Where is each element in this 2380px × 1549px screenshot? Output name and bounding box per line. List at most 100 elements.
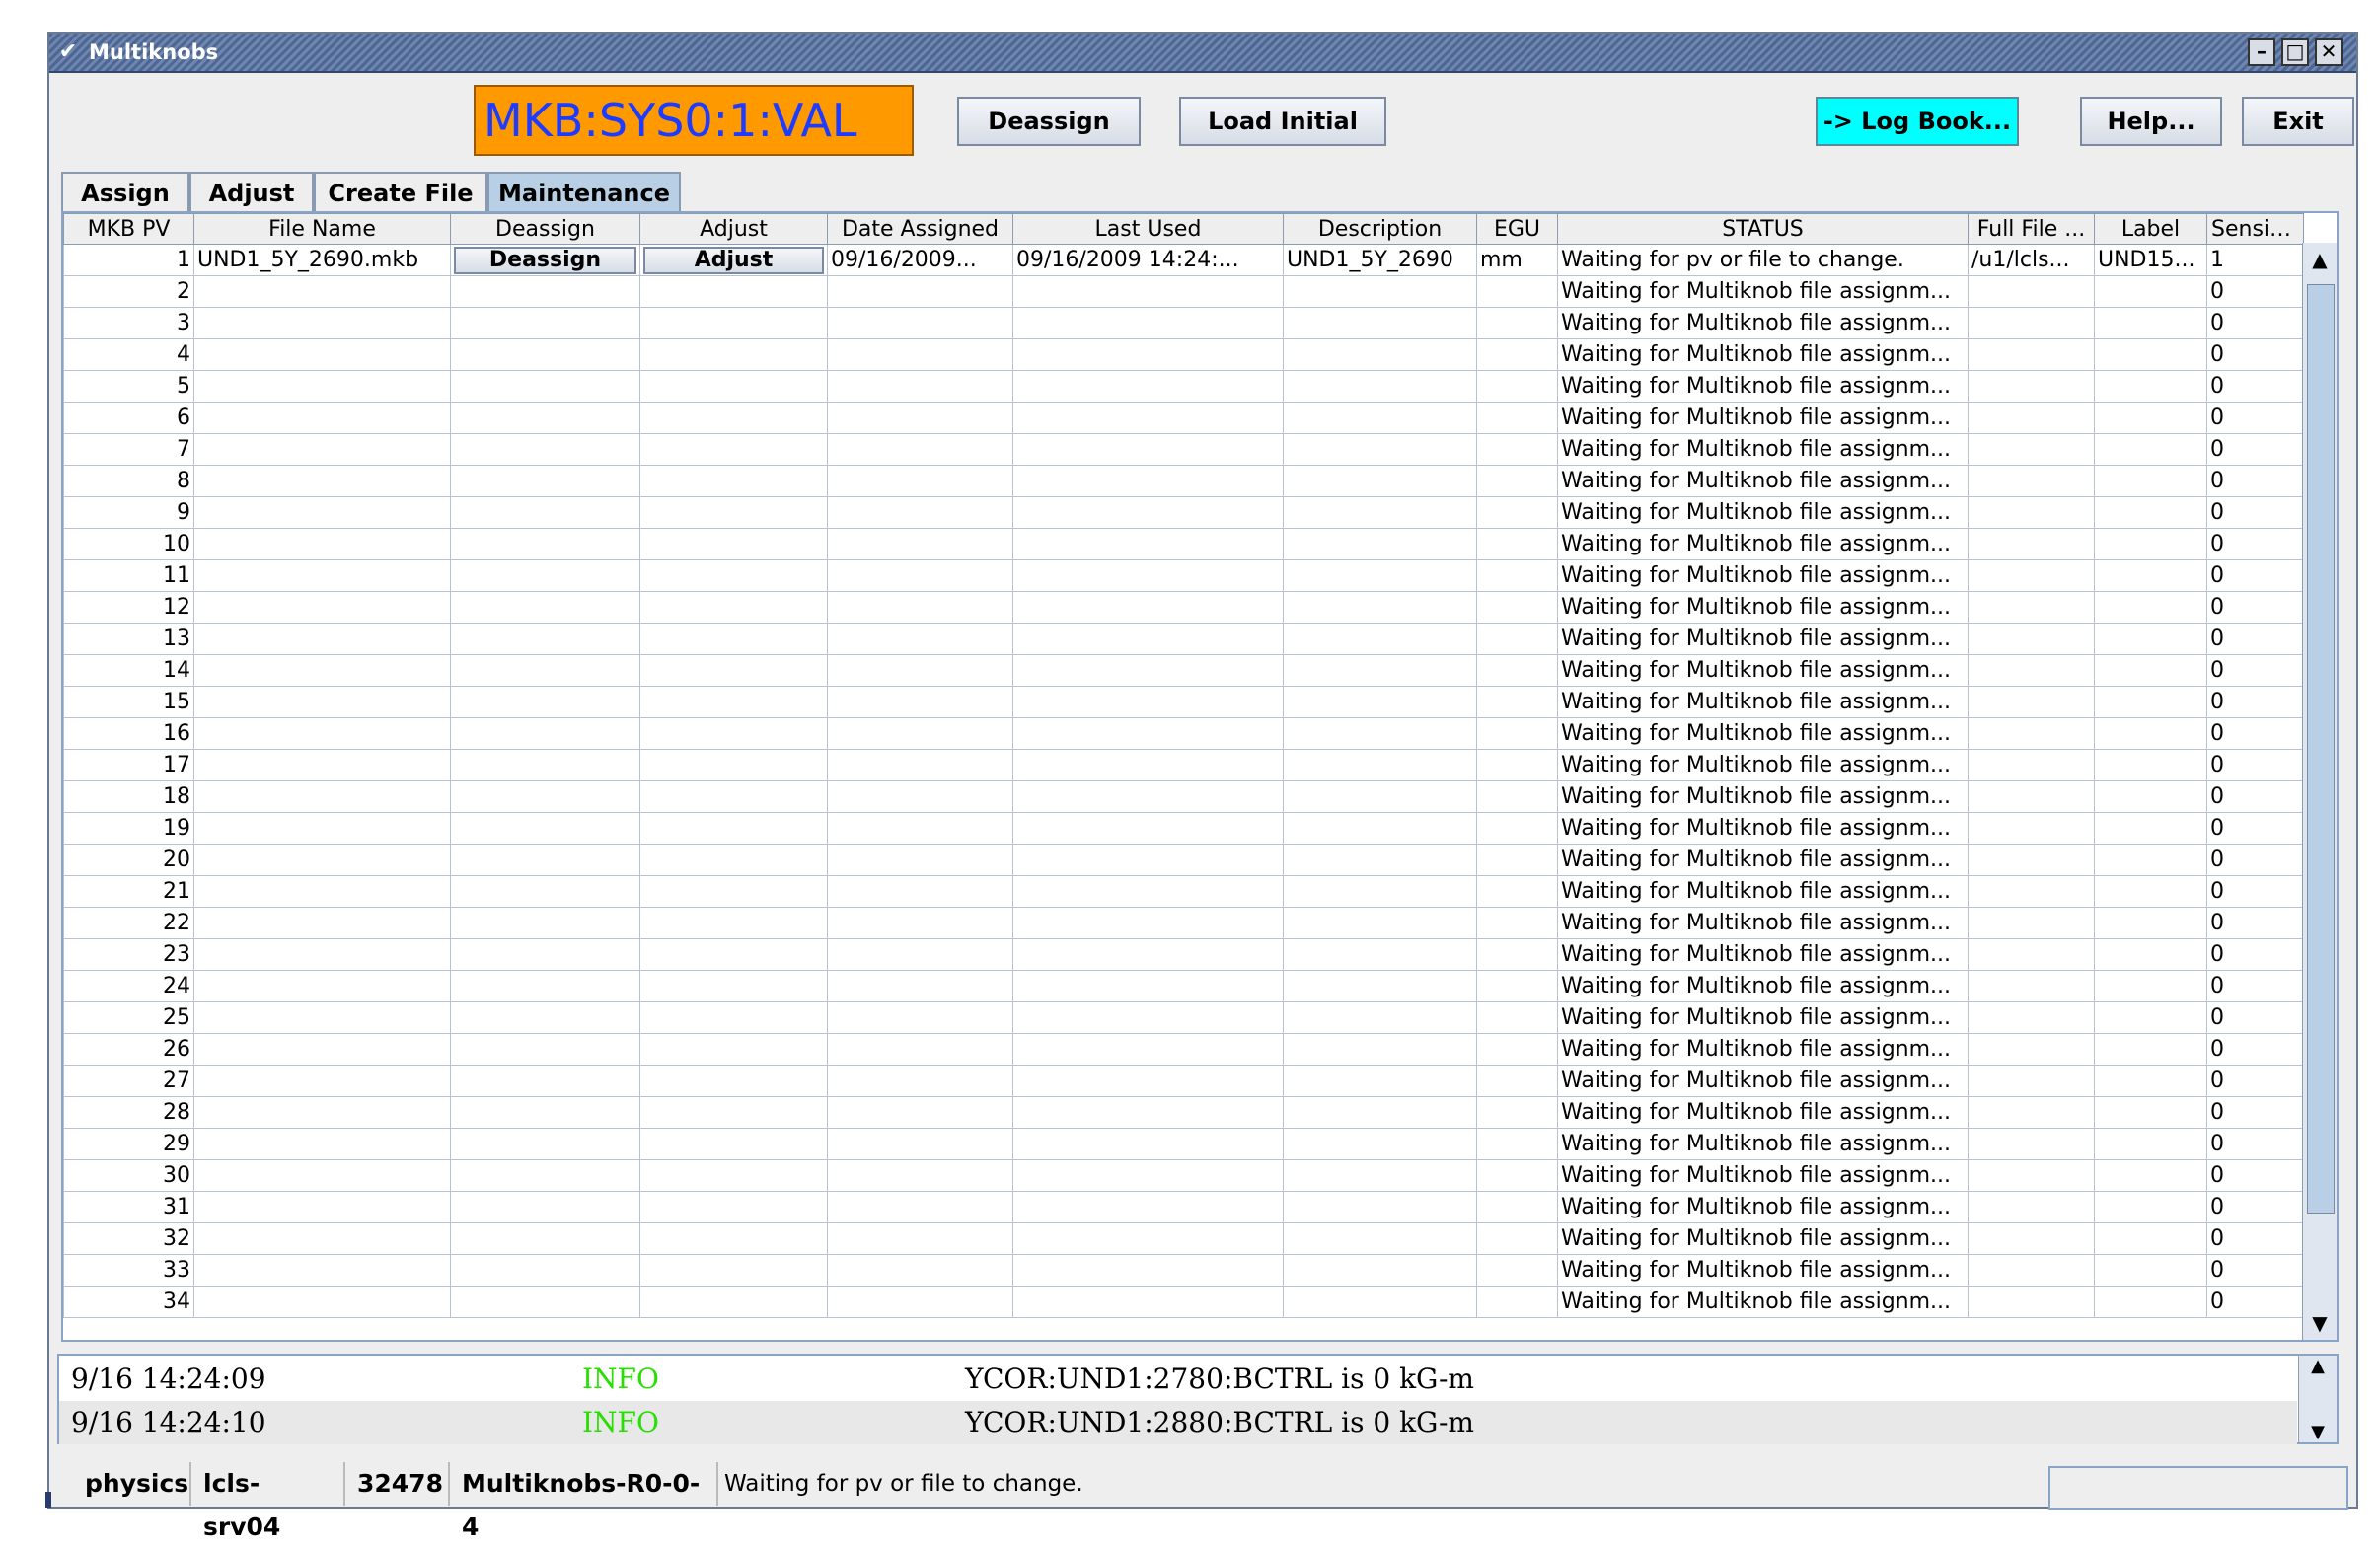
load-initial-button[interactable]: Load Initial xyxy=(1179,97,1386,146)
table-row[interactable]: 18 Waiting for Multiknob file assignm... 0 xyxy=(63,780,2304,813)
tab-assign[interactable]: Assign xyxy=(61,172,189,211)
scroll-up-icon[interactable]: ▲ xyxy=(2303,243,2337,276)
cell-date-assigned xyxy=(827,591,1013,624)
column-header-description[interactable]: Description xyxy=(1283,213,1477,245)
cell-sensitivity: 0 xyxy=(2206,528,2304,560)
table-row[interactable]: 34 Waiting for Multiknob file assignm... 0 xyxy=(63,1286,2304,1318)
log-scroll-down-icon[interactable]: ▼ xyxy=(2299,1422,2337,1442)
cell-last-used xyxy=(1012,780,1284,813)
exit-button[interactable]: Exit xyxy=(2242,97,2354,146)
table-row[interactable]: 5 Waiting for Multiknob file assignm... 0 xyxy=(63,370,2304,403)
cell-file-name xyxy=(193,1286,451,1318)
cell-status: Waiting for Multiknob file assignm... xyxy=(1557,1033,1969,1066)
table-row[interactable]: 12 Waiting for Multiknob file assignm... 0 xyxy=(63,591,2304,624)
scroll-down-icon[interactable]: ▼ xyxy=(2303,1306,2337,1340)
table-scrollbar[interactable]: ▲ ▼ xyxy=(2302,243,2337,1340)
table-row[interactable]: 2 Waiting for Multiknob file assignm... 0 xyxy=(63,275,2304,308)
status-host: lcls-srv04 xyxy=(191,1462,345,1541)
table-row[interactable]: 17 Waiting for Multiknob file assignm... 0 xyxy=(63,749,2304,781)
cell-status: Waiting for Multiknob file assignm... xyxy=(1557,1065,1969,1097)
cell-full-file xyxy=(1968,307,2095,339)
cell-file-name xyxy=(193,844,451,876)
cell-file-name xyxy=(193,1128,451,1160)
table-row[interactable]: 3 Waiting for Multiknob file assignm... 0 xyxy=(63,307,2304,339)
table-row[interactable]: 9 Waiting for Multiknob file assignm... 0 xyxy=(63,496,2304,529)
column-header-file-name[interactable]: File Name xyxy=(193,213,451,245)
table-row[interactable]: 15 Waiting for Multiknob file assignm... 0 xyxy=(63,686,2304,718)
logbook-button[interactable]: -> Log Book... xyxy=(1816,97,2019,146)
cell-full-file xyxy=(1968,717,2095,750)
cell-deassign xyxy=(450,875,640,908)
cell-mkb-pv: 15 xyxy=(63,686,194,718)
cell-date-assigned xyxy=(827,654,1013,687)
cell-date-assigned xyxy=(827,938,1013,971)
row-deassign-button[interactable]: Deassign xyxy=(454,246,636,274)
column-header-label[interactable]: Label xyxy=(2094,213,2207,245)
column-header-egu[interactable]: EGU xyxy=(1476,213,1558,245)
cell-full-file xyxy=(1968,275,2095,308)
table-row[interactable]: 22 Waiting for Multiknob file assignm... 0 xyxy=(63,907,2304,939)
table-row[interactable]: 6 Waiting for Multiknob file assignm... 0 xyxy=(63,402,2304,434)
close-icon[interactable]: ✕ xyxy=(2315,38,2343,66)
table-row[interactable]: 1 UND1_5Y_2690.mkb Deassign Adjust 09/16… xyxy=(63,244,2304,276)
column-header-sensitivity[interactable]: Sensitivity xyxy=(2206,213,2304,245)
cell-deassign xyxy=(450,749,640,781)
row-adjust-button[interactable]: Adjust xyxy=(643,246,824,274)
help-button[interactable]: Help... xyxy=(2080,97,2222,146)
table-row[interactable]: 31 Waiting for Multiknob file assignm... 0 xyxy=(63,1191,2304,1223)
multiknob-table: MKB PV File Name Deassign Adjust Date As… xyxy=(63,213,2304,1318)
cell-description xyxy=(1283,1191,1477,1223)
column-header-full-file[interactable]: Full File ... xyxy=(1968,213,2095,245)
column-header-mkb-pv[interactable]: MKB PV xyxy=(63,213,194,245)
deassign-button[interactable]: Deassign xyxy=(957,97,1141,146)
scroll-thumb[interactable] xyxy=(2307,284,2335,1214)
table-row[interactable]: 14 Waiting for Multiknob file assignm... 0 xyxy=(63,654,2304,687)
table-row[interactable]: 27 Waiting for Multiknob file assignm... 0 xyxy=(63,1065,2304,1097)
tab-maintenance[interactable]: Maintenance xyxy=(487,172,681,211)
cell-sensitivity: 0 xyxy=(2206,907,2304,939)
table-row[interactable]: 19 Waiting for Multiknob file assignm... 0 xyxy=(63,812,2304,845)
cell-label xyxy=(2094,1001,2207,1034)
column-header-last-used[interactable]: Last Used xyxy=(1012,213,1284,245)
maximize-icon[interactable]: □ xyxy=(2281,38,2309,66)
table-row[interactable]: 33 Waiting for Multiknob file assignm... 0 xyxy=(63,1254,2304,1287)
column-header-adjust[interactable]: Adjust xyxy=(639,213,828,245)
table-row[interactable]: 25 Waiting for Multiknob file assignm... 0 xyxy=(63,1001,2304,1034)
table-row[interactable]: 10 Waiting for Multiknob file assignm... 0 xyxy=(63,528,2304,560)
log-scrollbar[interactable]: ▲ ▼ xyxy=(2298,1356,2337,1442)
table-row[interactable]: 26 Waiting for Multiknob file assignm... 0 xyxy=(63,1033,2304,1066)
minimize-icon[interactable]: – xyxy=(2248,38,2275,66)
column-header-deassign[interactable]: Deassign xyxy=(450,213,640,245)
table-row[interactable]: 11 Waiting for Multiknob file assignm... 0 xyxy=(63,559,2304,592)
cell-mkb-pv: 19 xyxy=(63,812,194,845)
window-menu-icon[interactable]: ✔ xyxy=(55,39,81,65)
table-row[interactable]: 16 Waiting for Multiknob file assignm... 0 xyxy=(63,717,2304,750)
cell-description xyxy=(1283,1286,1477,1318)
table-row[interactable]: 23 Waiting for Multiknob file assignm... 0 xyxy=(63,938,2304,971)
table-row[interactable]: 30 Waiting for Multiknob file assignm... 0 xyxy=(63,1159,2304,1192)
cell-label xyxy=(2094,717,2207,750)
cell-file-name xyxy=(193,1033,451,1066)
cell-label xyxy=(2094,875,2207,908)
table-row[interactable]: 20 Waiting for Multiknob file assignm... 0 xyxy=(63,844,2304,876)
cell-last-used xyxy=(1012,875,1284,908)
log-scroll-up-icon[interactable]: ▲ xyxy=(2299,1356,2337,1376)
cell-mkb-pv: 5 xyxy=(63,370,194,403)
table-row[interactable]: 4 Waiting for Multiknob file assignm... 0 xyxy=(63,338,2304,371)
table-row[interactable]: 32 Waiting for Multiknob file assignm... 0 xyxy=(63,1222,2304,1255)
table-row[interactable]: 7 Waiting for Multiknob file assignm... 0 xyxy=(63,433,2304,466)
table-row[interactable]: 8 Waiting for Multiknob file assignm... 0 xyxy=(63,465,2304,497)
cell-date-assigned xyxy=(827,1286,1013,1318)
table-row[interactable]: 28 Waiting for Multiknob file assignm... 0 xyxy=(63,1096,2304,1129)
table-row[interactable]: 29 Waiting for Multiknob file assignm... 0 xyxy=(63,1128,2304,1160)
cell-full-file xyxy=(1968,623,2095,655)
cell-label xyxy=(2094,1159,2207,1192)
table-row[interactable]: 21 Waiting for Multiknob file assignm... 0 xyxy=(63,875,2304,908)
table-row[interactable]: 24 Waiting for Multiknob file assignm... 0 xyxy=(63,970,2304,1002)
column-header-status[interactable]: STATUS xyxy=(1557,213,1969,245)
tab-create-file[interactable]: Create File xyxy=(314,172,487,211)
cell-date-assigned xyxy=(827,496,1013,529)
column-header-date-assigned[interactable]: Date Assigned xyxy=(827,213,1013,245)
table-row[interactable]: 13 Waiting for Multiknob file assignm... 0 xyxy=(63,623,2304,655)
tab-adjust[interactable]: Adjust xyxy=(189,172,314,211)
